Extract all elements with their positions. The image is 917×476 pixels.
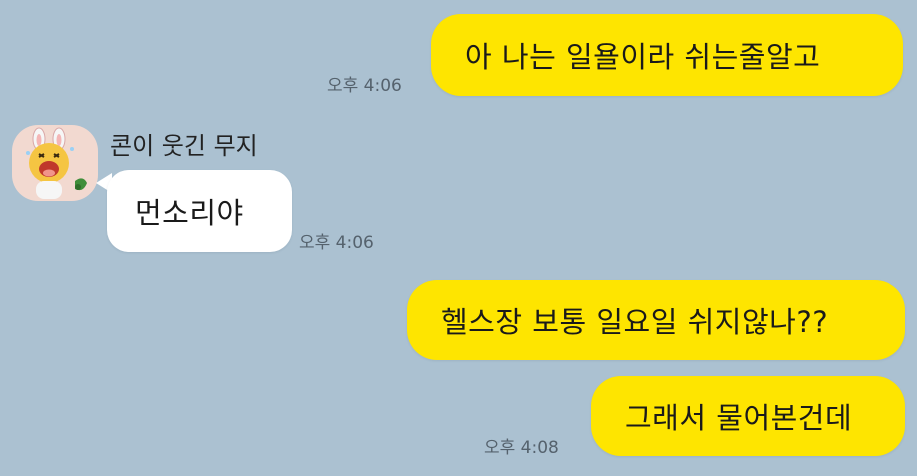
avatar[interactable] (12, 125, 98, 201)
muzi-con-character-icon (26, 127, 87, 199)
message-bubble-sent[interactable]: 헬스장 보통 일요일 쉬지않나?? (407, 280, 905, 360)
message-timestamp: 오후 4:06 (327, 76, 402, 96)
message-bubble-sent[interactable]: 아 나는 일욜이라 쉬는줄알고 (431, 14, 903, 96)
message-bubble-sent[interactable]: 그래서 물어본건데 (591, 376, 905, 456)
sender-name: 콘이 웃긴 무지 (110, 132, 258, 160)
message-timestamp: 오후 4:08 (484, 438, 559, 458)
message-bubble-received[interactable]: 먼소리야 (107, 170, 292, 252)
message-timestamp: 오후 4:06 (299, 233, 374, 253)
